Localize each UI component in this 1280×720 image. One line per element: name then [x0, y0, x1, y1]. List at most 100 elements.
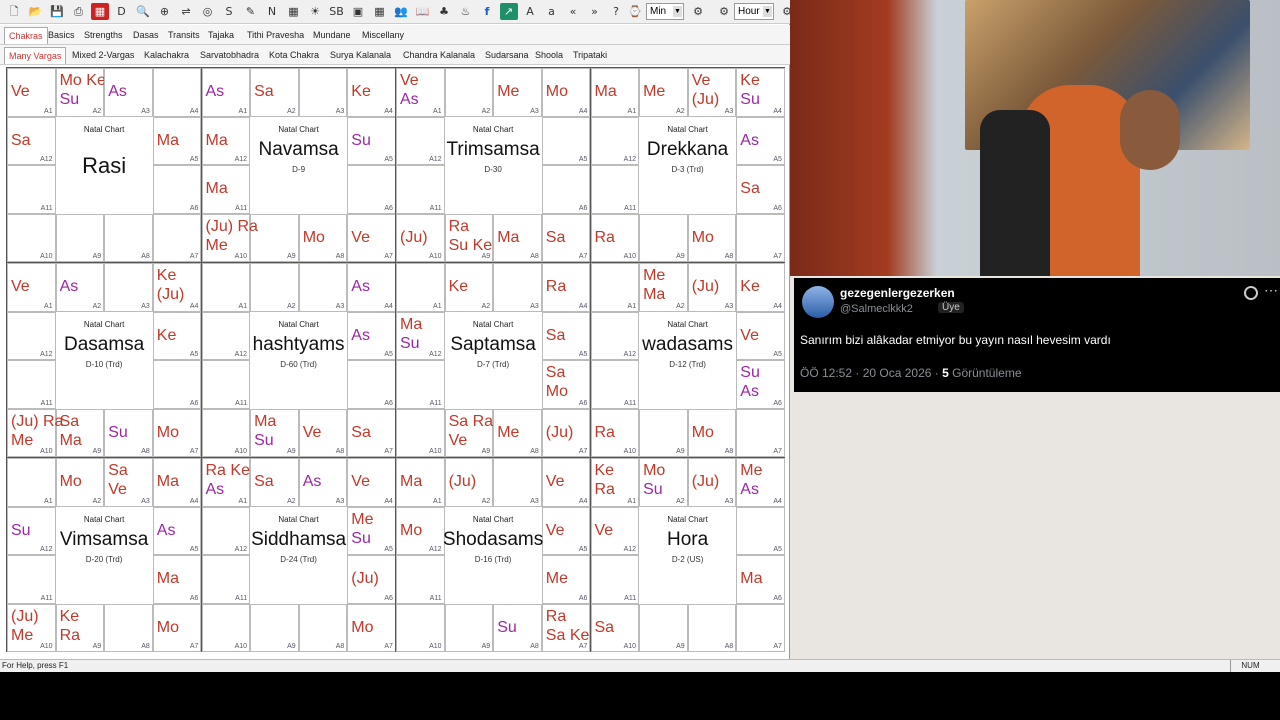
- data-icon[interactable]: D: [113, 3, 131, 20]
- house-cell[interactable]: A1 As: [201, 68, 251, 117]
- house-cell[interactable]: A4 Ke: [736, 263, 785, 312]
- table-icon[interactable]: ▦: [371, 3, 389, 20]
- house-cell[interactable]: A3: [104, 263, 153, 312]
- house-cell[interactable]: A12: [7, 311, 56, 361]
- house-cell[interactable]: A1 Ma: [590, 68, 640, 117]
- house-cell[interactable]: A7 (Ju): [541, 408, 591, 458]
- chart-trimsamsa[interactable]: A1 Ve As A2 A3 Me A4 Mo A5 A6 A7 Sa A8 Ma A9 Ra Su Ke A10…: [395, 67, 591, 263]
- house-cell[interactable]: A7 Ra Sa Ke: [541, 603, 591, 653]
- house-cell[interactable]: A10 (Ju): [396, 213, 445, 263]
- tab-miscellany[interactable]: Miscellany: [362, 27, 404, 44]
- house-cell[interactable]: A10 (Ju) Ra Me: [201, 213, 258, 263]
- house-cell[interactable]: A11: [396, 555, 445, 604]
- house-cell[interactable]: A2 Sa: [250, 458, 299, 507]
- chart-hashtyams[interactable]: A1 A2 A3 A4 As A5 As A6 A7 Sa A8 Ve A9 Ma Su A10 A11 A12 N…: [200, 262, 396, 458]
- subtab-kota-chakra[interactable]: Kota Chakra: [269, 47, 319, 64]
- house-cell[interactable]: A9: [639, 408, 688, 458]
- chart-wadasams[interactable]: A1 A2 Me Ma A3 (Ju) A4 Ke A5 Ve A6 Su As A7 A8 Mo A9 A10 R…: [589, 262, 785, 458]
- house-cell[interactable]: A9 Ra Su Ke: [444, 213, 494, 263]
- tab-tajaka[interactable]: Tajaka: [208, 27, 234, 44]
- chart-siddhamsa[interactable]: A1 Ra Ke As A2 Sa A3 As A4 Ve A5 Me Su A6 (Ju) A7 Mo A8 A…: [200, 457, 396, 653]
- house-cell[interactable]: A5 As: [347, 311, 396, 361]
- subtab-surya-kalanala[interactable]: Surya Kalanala: [330, 47, 391, 64]
- house-cell[interactable]: A7 Mo: [152, 603, 202, 653]
- n-icon[interactable]: N: [263, 3, 281, 20]
- house-cell[interactable]: A1 Ra Ke As: [201, 458, 251, 507]
- font-large-icon[interactable]: A: [521, 3, 539, 20]
- forward-icon[interactable]: »: [586, 3, 604, 20]
- house-cell[interactable]: A5 Ve: [736, 311, 785, 361]
- house-cell[interactable]: A2 Me: [639, 68, 688, 117]
- book-icon[interactable]: 📖: [414, 3, 432, 20]
- house-cell[interactable]: A11 Ma: [201, 165, 251, 214]
- house-cell[interactable]: A11: [396, 360, 445, 409]
- house-cell[interactable]: A4 Ke (Ju): [152, 263, 202, 312]
- house-cell[interactable]: A8 Su: [104, 408, 153, 458]
- font-small-icon[interactable]: a: [543, 3, 561, 20]
- house-cell[interactable]: A2 Me Ma: [639, 263, 688, 312]
- house-cell[interactable]: A5 As: [736, 116, 785, 166]
- chart-saptamsa[interactable]: A1 A2 Ke A3 A4 Ra A5 Sa A6 Sa Mo A7 (Ju) A8 Me A9 Sa Ra V…: [395, 262, 591, 458]
- print-icon[interactable]: ⎙: [70, 3, 88, 20]
- house-cell[interactable]: A10: [201, 408, 251, 458]
- house-cell[interactable]: A6 Sa: [736, 165, 785, 214]
- house-cell[interactable]: A8: [104, 603, 153, 653]
- house-cell[interactable]: A8 Mo: [687, 213, 737, 263]
- house-cell[interactable]: A10 Sa: [590, 603, 640, 653]
- house-cell[interactable]: A11: [590, 360, 640, 409]
- house-cell[interactable]: A1: [396, 263, 445, 312]
- chart-shodasams[interactable]: A1 Ma A2 (Ju) A3 A4 Ve A5 Ve A6 Me A7 Ra Sa Ke A8 Su A9 A…: [395, 457, 591, 653]
- house-cell[interactable]: A3 As: [298, 458, 348, 507]
- house-cell[interactable]: A6 Ma: [152, 555, 202, 604]
- house-cell[interactable]: A11: [7, 555, 56, 604]
- house-cell[interactable]: A11: [590, 555, 640, 604]
- leaf-icon[interactable]: ✎: [242, 3, 260, 20]
- subtab-mixed-2-vargas[interactable]: Mixed 2-Vargas: [72, 47, 134, 64]
- house-cell[interactable]: A10 Ra: [590, 213, 640, 263]
- house-cell[interactable]: A4 Ma: [152, 458, 202, 507]
- house-cell[interactable]: A1 Ve: [7, 68, 56, 117]
- house-cell[interactable]: A5 Me Su: [347, 506, 396, 556]
- house-cell[interactable]: A3 As: [104, 68, 153, 117]
- sb-icon[interactable]: SB: [328, 3, 346, 20]
- refresh-icon[interactable]: ⚙: [715, 3, 733, 20]
- grok-icon[interactable]: [1241, 283, 1261, 303]
- house-cell[interactable]: A11: [7, 360, 56, 409]
- chevron-down-icon[interactable]: ▼: [763, 6, 772, 17]
- house-cell[interactable]: A3: [298, 263, 348, 312]
- chart-drekkana[interactable]: A1 Ma A2 Me A3 Ve (Ju) A4 Ke Su A5 As A6 Sa A7 A8 Mo A9 A1…: [589, 67, 785, 263]
- house-cell[interactable]: A11: [201, 360, 251, 409]
- house-cell[interactable]: A2: [250, 263, 299, 312]
- back-icon[interactable]: «: [564, 3, 582, 20]
- share-icon[interactable]: ↗: [499, 3, 518, 20]
- house-cell[interactable]: A4 As: [347, 263, 396, 312]
- tab-mundane[interactable]: Mundane: [313, 27, 351, 44]
- house-cell[interactable]: A9 Ke Ra: [55, 603, 105, 653]
- zoom-icon[interactable]: 🔍: [134, 3, 152, 20]
- house-cell[interactable]: A7 Sa: [347, 408, 396, 458]
- settings-icon[interactable]: ⚙: [689, 3, 707, 20]
- house-cell[interactable]: A6: [347, 165, 396, 214]
- house-cell[interactable]: A8 Mo: [687, 408, 737, 458]
- chevron-down-icon[interactable]: ▼: [673, 6, 682, 17]
- house-cell[interactable]: A3 (Ju): [687, 458, 737, 507]
- house-cell[interactable]: A8 Ve: [298, 408, 348, 458]
- house-cell[interactable]: A2 Sa: [250, 68, 299, 117]
- house-cell[interactable]: A5 Su: [347, 116, 396, 166]
- house-cell[interactable]: A2 Mo Ke Me Su: [55, 68, 133, 117]
- house-cell[interactable]: A2 As: [55, 263, 105, 312]
- house-cell[interactable]: A12 Ve: [590, 506, 640, 556]
- facebook-icon[interactable]: f: [478, 3, 496, 20]
- house-cell[interactable]: A11: [201, 555, 251, 604]
- house-cell[interactable]: A11: [590, 165, 640, 214]
- house-cell[interactable]: A8: [687, 603, 737, 653]
- house-cell[interactable]: A3 (Ju): [687, 263, 737, 312]
- tab-tithi-pravesha[interactable]: Tithi Pravesha: [247, 27, 304, 44]
- house-cell[interactable]: A12 Sa: [7, 116, 56, 166]
- house-cell[interactable]: A5: [541, 116, 591, 166]
- subtab-sarvatobhadra[interactable]: Sarvatobhadra: [200, 47, 259, 64]
- chart-navamsa[interactable]: A1 As A2 Sa A3 A4 Ke A5 Su A6 A7 Ve A8 Mo A9 A10 (Ju) Ra…: [200, 67, 396, 263]
- save-icon[interactable]: 💾: [48, 3, 66, 20]
- house-cell[interactable]: A11: [396, 165, 445, 214]
- house-cell[interactable]: A2 Ke: [444, 263, 494, 312]
